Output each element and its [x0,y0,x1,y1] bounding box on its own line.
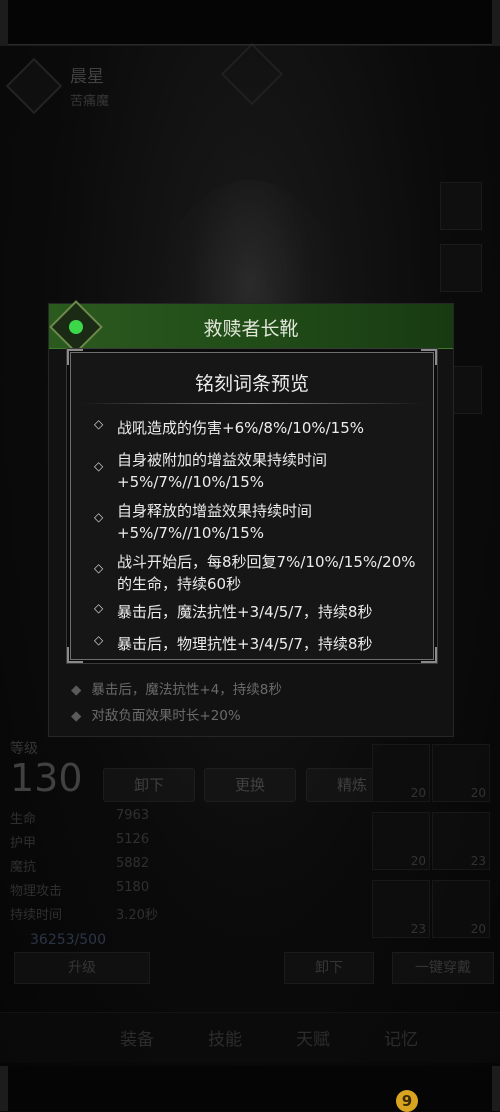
diamond-bullet-icon: ◇ [94,561,104,575]
equipment-slot[interactable]: 23 [372,880,430,938]
one-click-equip-button[interactable]: 一键穿戴 [392,952,494,984]
equipment-slot[interactable]: 23 [432,812,490,870]
replace-button[interactable]: 更换 [204,768,296,802]
slot-level: 23 [410,922,426,936]
affix-entry: ◇ 暴击后，魔法抗性+3/4/5/7，持续8秒 [94,601,417,623]
bottom-bezel [0,1066,500,1111]
stat-row: 生命 7963 [10,808,160,827]
side-button-1[interactable] [440,182,482,230]
stat-name: 持续时间 [10,908,63,923]
character-class: 苦痛魔 [70,94,110,109]
tab-journal[interactable]: 记忆 [384,1025,418,1050]
unequip-button[interactable]: 卸下 [103,768,195,802]
slot-level: 20 [470,922,486,936]
stat-row: 魔抗 5882 [10,856,160,875]
corner-ornament [421,647,437,663]
currency-counter: 36253/500 [30,932,106,948]
item-affix-text: 对敌负面效果时长+20% [91,708,241,724]
level-label: 等级 [10,741,38,757]
level-value: 130 [10,756,83,800]
stat-row: 护甲 5126 [10,832,160,851]
slot-level: 23 [470,854,486,868]
stat-value: 5882 [116,856,150,871]
item-name: 救赎者长靴 [203,318,299,340]
item-header: 救赎者长靴 [49,300,453,354]
stat-name: 护甲 [10,836,37,851]
item-affix-line: ◆ 对敌负面效果时长+20% [71,704,241,724]
diamond-bullet-icon: ◇ [94,417,104,431]
slot-level: 20 [410,786,426,800]
title-divider [81,403,423,404]
equipment-slot[interactable]: 20 [372,744,430,802]
equipment-slot[interactable]: 20 [432,880,490,938]
top-status-bar [0,0,500,46]
tab-skills[interactable]: 技能 [208,1025,242,1050]
side-button-2[interactable] [440,244,482,292]
affix-text: 暴击后，魔法抗性+3/4/5/7，持续8秒 [117,603,373,621]
bullet-icon: ◆ [71,708,82,724]
diamond-bullet-icon: ◇ [94,510,104,524]
stat-row: 持续时间 3.20秒 [10,904,160,923]
affix-text: 暴击后，物理抗性+3/4/5/7，持续8秒 [117,635,373,653]
affix-entry: ◇ 自身释放的增益效果持续时间+5%/7%//10%/15% [94,500,417,544]
stat-value: 7963 [116,808,150,823]
diamond-bullet-icon: ◇ [94,601,104,615]
slot-level: 20 [470,786,486,800]
equipment-slot[interactable]: 20 [432,744,490,802]
stat-name: 生命 [10,812,37,827]
stat-value: 5180 [116,880,150,895]
affix-entry: ◇ 自身被附加的增益效果持续时间+5%/7%//10%/15% [94,449,417,493]
tab-equipment[interactable]: 装备 [120,1025,154,1050]
affix-entry: ◇ 暴击后，物理抗性+3/4/5/7，持续8秒 [94,633,417,655]
stat-name: 物理攻击 [10,884,63,899]
affix-text: 战斗开始后，每8秒回复7%/10%/15%/20%的生命，持续60秒 [117,553,416,593]
item-affix-line: ◆ 暴击后，魔法抗性+4，持续8秒 [71,678,282,698]
affix-entry: ◇ 战吼造成的伤害+6%/8%/10%/15% [94,417,417,439]
bottom-nav: 装备 技能 天赋 记忆 [0,1012,500,1063]
bullet-icon: ◆ [71,682,82,698]
affix-preview-dialog: 铭刻词条预览 ◇ 战吼造成的伤害+6%/8%/10%/15% ◇ 自身被附加的增… [67,349,437,663]
stat-row: 物理攻击 5180 [10,880,160,899]
affix-text: 自身释放的增益效果持续时间+5%/7%//10%/15% [117,502,313,542]
character-name: 晨星 [70,67,104,87]
item-affix-text: 暴击后，魔法抗性+4，持续8秒 [91,682,282,698]
tab-talents[interactable]: 天赋 [296,1025,330,1050]
upgrade-button[interactable]: 升级 [14,952,150,984]
dialog-title: 铭刻词条预览 [194,373,309,395]
unequip-all-button[interactable]: 卸下 [284,952,374,984]
stat-value: 3.20秒 [116,908,158,923]
corner-ornament [67,349,83,365]
slot-level: 20 [410,854,426,868]
affix-text: 自身被附加的增益效果持续时间+5%/7%//10%/15% [117,451,328,491]
stat-value: 5126 [116,832,150,847]
stat-name: 魔抗 [10,860,37,875]
corner-ornament [421,349,437,365]
diamond-bullet-icon: ◇ [94,459,104,473]
affix-text: 战吼造成的伤害+6%/8%/10%/15% [117,419,365,437]
affix-entry: ◇ 战斗开始后，每8秒回复7%/10%/15%/20%的生命，持续60秒 [94,551,417,595]
corner-ornament [67,647,83,663]
diamond-bullet-icon: ◇ [94,633,104,647]
gold-coin-icon[interactable]: 9 [396,1090,418,1112]
equipment-slot[interactable]: 20 [372,812,430,870]
